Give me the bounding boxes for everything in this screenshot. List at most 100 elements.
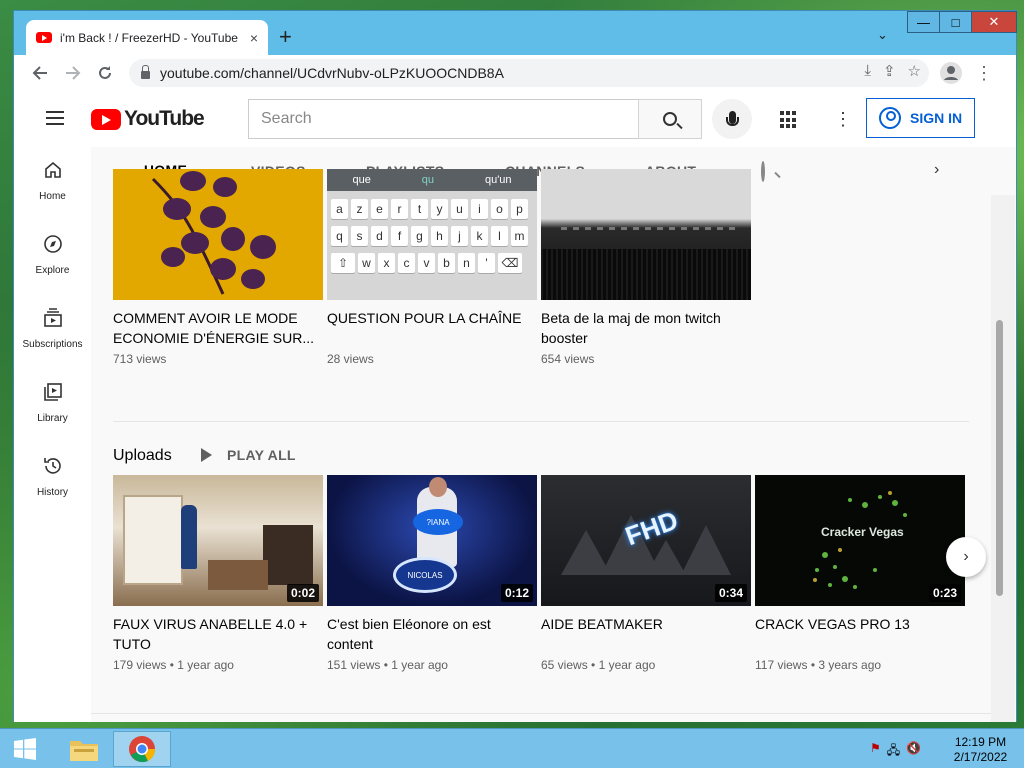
forward-arrow-icon[interactable] (61, 61, 85, 85)
video-card[interactable]: ?IANA NICOLAS 0:12 C'est bien Eléonore o… (327, 475, 537, 672)
youtube-favicon-icon (36, 32, 52, 43)
guide-sidebar: Home Explore Subscriptions Library Histo… (14, 147, 91, 722)
action-center-flag-icon[interactable]: ⚑ (870, 741, 881, 762)
keyboard-suggestion-bar: que qu qu'un (327, 169, 537, 191)
video-card[interactable]: FHD 0:34 AIDE BEATMAKER 65 views • 1 yea… (541, 475, 751, 672)
start-button[interactable] (5, 731, 45, 767)
guide-item-history[interactable]: History (14, 453, 91, 513)
video-card[interactable]: que qu qu'un azertyuiop qsdfghjklm ⇧ w x c v b n… (327, 169, 537, 366)
youtube-header: YouTube Search ⋮ SIGN IN (14, 91, 1016, 147)
close-window-button[interactable]: ✕ (971, 11, 1017, 33)
page-scrollbar[interactable] (991, 195, 1015, 722)
video-title[interactable]: AIDE BEATMAKER (541, 614, 751, 654)
video-views: 654 views (541, 352, 595, 366)
bookmark-star-icon[interactable]: ☆ (908, 62, 921, 80)
tab-search-chevron-icon[interactable]: ⌄ (877, 27, 888, 43)
tab-title: i'm Back ! / FreezerHD - YouTube (60, 30, 238, 45)
youtube-logo[interactable]: YouTube (91, 107, 205, 131)
profile-avatar-icon[interactable] (939, 61, 963, 85)
windows-logo-icon (14, 738, 36, 760)
guide-item-library[interactable]: Library (14, 379, 91, 439)
carousel-next-button[interactable]: › (946, 537, 986, 577)
address-bar[interactable]: youtube.com/channel/UCdvrNubv-oLPzKUOOCN… (129, 59, 929, 87)
thumbnail-overlay-text: ?IANA (413, 509, 463, 535)
guide-label: Subscriptions (22, 339, 83, 350)
play-all-label: PLAY ALL (227, 447, 296, 463)
browser-menu-icon[interactable]: ⋮ (972, 61, 996, 85)
chrome-taskbar-button[interactable] (113, 731, 171, 767)
volume-muted-icon[interactable]: 🔇 (906, 741, 921, 762)
video-title[interactable]: C'est bien Eléonore on est content (327, 614, 537, 654)
microphone-icon (725, 110, 739, 126)
hamburger-menu-icon[interactable] (46, 111, 64, 125)
play-icon (201, 448, 212, 462)
youtube-play-icon (91, 108, 121, 130)
network-icon[interactable]: 🖧 (887, 741, 900, 762)
uploads-heading[interactable]: Uploads (113, 447, 172, 465)
video-title[interactable]: Beta de la maj de mon twitch booster (541, 308, 751, 348)
thumbnail-overlay-text: NICOLAS (393, 557, 457, 593)
channel-content: COMMENT AVOIR LE MODE ECONOMIE D'ÉNERGIE… (91, 169, 991, 722)
video-views: 713 views (113, 352, 167, 366)
reload-icon[interactable] (93, 61, 117, 85)
url-text: youtube.com/channel/UCdvrNubv-oLPzKUOOCN… (160, 65, 504, 81)
video-thumbnail[interactable]: que qu qu'un azertyuiop qsdfghjklm ⇧ w x c v b n… (327, 169, 537, 300)
video-title[interactable]: FAUX VIRUS ANABELLE 4.0 + TUTO (113, 614, 323, 654)
video-card[interactable]: 0:02 FAUX VIRUS ANABELLE 4.0 + TUTO 179 … (113, 475, 323, 672)
section-divider (113, 421, 969, 422)
video-title[interactable]: QUESTION POUR LA CHAÎNE (327, 308, 537, 348)
minimize-button[interactable]: — (907, 11, 940, 33)
video-thumbnail[interactable]: Cracker Vegas 0:23 (755, 475, 965, 606)
video-meta: 179 views • 1 year ago (113, 658, 234, 672)
video-thumbnail[interactable]: FHD 0:34 (541, 475, 751, 606)
account-icon (879, 107, 901, 129)
video-duration: 0:12 (500, 584, 533, 602)
tabs-chevron-right-icon[interactable]: › (934, 161, 939, 179)
apps-grid-icon[interactable] (780, 111, 798, 129)
guide-item-explore[interactable]: Explore (14, 231, 91, 291)
video-views: 28 views (327, 352, 374, 366)
compass-icon (42, 233, 64, 255)
guide-label: Home (39, 191, 66, 202)
file-explorer-button[interactable] (60, 731, 108, 767)
video-thumbnail[interactable] (541, 169, 751, 300)
video-card[interactable]: Beta de la maj de mon twitch booster 654… (541, 169, 751, 366)
flower-thumbnail-art (151, 171, 276, 295)
guide-item-home[interactable]: Home (14, 157, 91, 217)
search-icon (761, 161, 765, 182)
keyboard-row: qsdfghjklm (327, 219, 537, 246)
browser-window: i'm Back ! / FreezerHD - YouTube × + ⌄ —… (13, 10, 1017, 722)
video-thumbnail[interactable]: 0:02 (113, 475, 323, 606)
folder-icon (70, 741, 98, 761)
browser-tab[interactable]: i'm Back ! / FreezerHD - YouTube × (26, 20, 268, 55)
sign-in-label: SIGN IN (910, 110, 963, 126)
back-arrow-icon[interactable] (28, 61, 52, 85)
new-tab-button[interactable]: + (279, 24, 292, 50)
maximize-button[interactable]: □ (939, 11, 972, 33)
video-title[interactable]: COMMENT AVOIR LE MODE ECONOMIE D'ÉNERGIE… (113, 308, 323, 348)
sign-in-button[interactable]: SIGN IN (866, 98, 975, 138)
channel-search-button[interactable] (761, 161, 765, 182)
lock-icon (141, 65, 150, 79)
search-input[interactable]: Search (248, 99, 638, 139)
video-card[interactable]: COMMENT AVOIR LE MODE ECONOMIE D'ÉNERGIE… (113, 169, 323, 366)
voice-search-button[interactable] (712, 99, 752, 139)
system-clock[interactable]: 12:19 PM 2/17/2022 (948, 735, 1013, 765)
share-icon[interactable]: ⇪ (883, 62, 896, 80)
play-all-button[interactable]: PLAY ALL (201, 447, 296, 463)
install-app-icon[interactable]: ⤓ (864, 62, 871, 80)
video-thumbnail[interactable]: ?IANA NICOLAS 0:12 (327, 475, 537, 606)
chrome-icon (129, 736, 156, 763)
tab-close-icon[interactable]: × (250, 30, 258, 46)
more-options-icon[interactable]: ⋮ (834, 109, 852, 130)
guide-item-subscriptions[interactable]: Subscriptions (14, 305, 91, 365)
video-card[interactable]: Cracker Vegas 0:23 CRACK VEGAS PRO 13 11… (755, 475, 965, 672)
video-title[interactable]: CRACK VEGAS PRO 13 (755, 614, 965, 654)
keyboard-row: azertyuiop (327, 191, 537, 219)
browser-toolbar: youtube.com/channel/UCdvrNubv-oLPzKUOOCN… (14, 55, 1016, 91)
system-tray: ⚑ 🖧 🔇 (870, 741, 921, 762)
scrollbar-thumb[interactable] (996, 320, 1003, 596)
clock-time: 12:19 PM (954, 735, 1007, 749)
video-thumbnail[interactable] (113, 169, 323, 300)
search-button[interactable] (638, 99, 702, 139)
